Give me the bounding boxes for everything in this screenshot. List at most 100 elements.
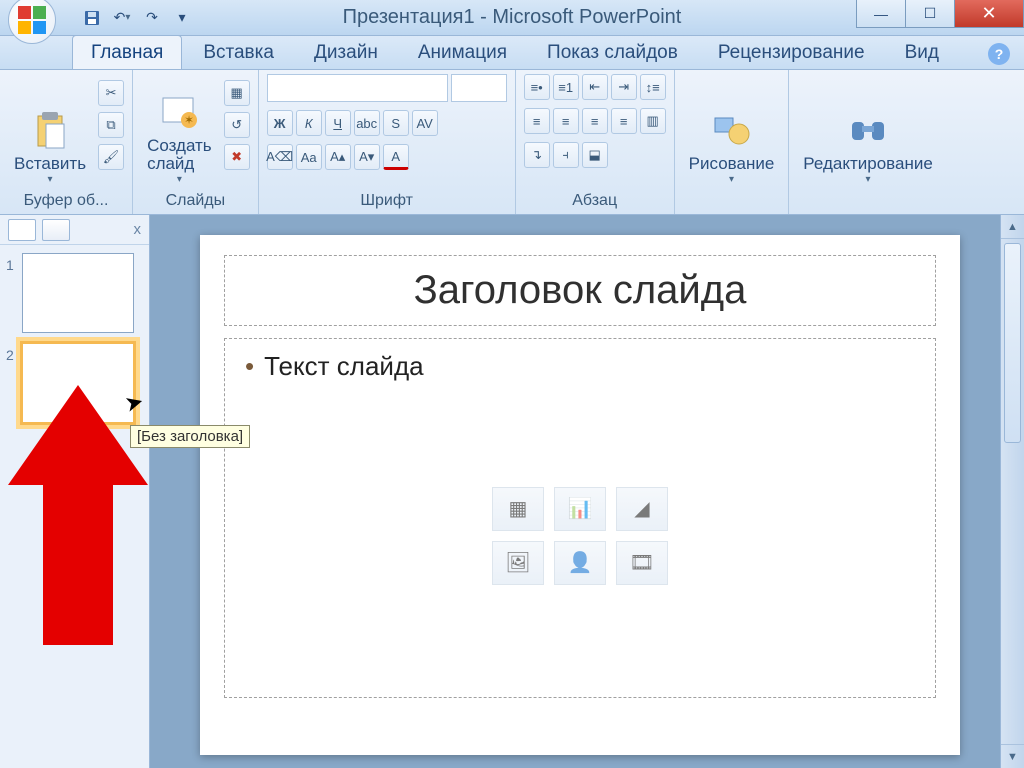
insert-chart-icon[interactable]: 📊 — [554, 487, 606, 531]
font-family-select[interactable] — [267, 74, 448, 102]
tab-view[interactable]: Вид — [886, 35, 958, 69]
slide-editor: Заголовок слайда Текст слайда ▦ 📊 ◢ 🖼 👤 … — [150, 215, 1024, 768]
new-slide-label: Создать слайд — [147, 137, 212, 174]
chevron-down-icon: ▾ — [729, 174, 734, 185]
group-font: Ж К Ч abc S AV A⌫ Aa A▴ A▾ A Шрифт — [259, 70, 516, 214]
office-logo-icon — [18, 6, 46, 34]
numbering-icon[interactable]: ≡1 — [553, 74, 579, 100]
char-spacing-icon[interactable]: AV — [412, 110, 438, 136]
paste-button[interactable]: Вставить ▾ — [8, 74, 92, 189]
ribbon: Вставить ▾ ✂ ⧉ 🖌 Буфер об... ✶ Создать с… — [0, 70, 1024, 215]
slide-thumbnail-1[interactable] — [22, 253, 134, 333]
text-direction-icon[interactable]: ↴ — [524, 142, 550, 168]
paste-label: Вставить — [14, 154, 86, 174]
format-painter-icon[interactable]: 🖌 — [98, 144, 124, 170]
slides-tab-icon[interactable] — [8, 219, 36, 241]
new-slide-button[interactable]: ✶ Создать слайд ▾ — [141, 74, 218, 189]
scroll-thumb[interactable] — [1004, 243, 1021, 443]
justify-icon[interactable]: ≡ — [611, 108, 637, 134]
title-text: Заголовок слайда — [414, 268, 747, 312]
group-paragraph: ≡• ≡1 ⇤ ⇥ ↕≡ ≡ ≡ ≡ ≡ ▥ ↴ ⫞ ⬓ Абзац — [516, 70, 675, 214]
slide-canvas[interactable]: Заголовок слайда Текст слайда ▦ 📊 ◢ 🖼 👤 … — [200, 235, 960, 755]
indent-inc-icon[interactable]: ⇥ — [611, 74, 637, 100]
clear-format-icon[interactable]: A⌫ — [267, 144, 293, 170]
align-right-icon[interactable]: ≡ — [582, 108, 608, 134]
shapes-icon — [711, 110, 751, 150]
scroll-down-icon[interactable]: ▼ — [1001, 744, 1024, 768]
redo-icon[interactable]: ↷ — [142, 8, 162, 28]
cut-icon[interactable]: ✂ — [98, 80, 124, 106]
strikethrough-icon[interactable]: abc — [354, 110, 380, 136]
font-size-select[interactable] — [451, 74, 507, 102]
thumbnail-tooltip: [Без заголовка] — [130, 425, 250, 448]
panel-close-icon[interactable]: x — [134, 221, 142, 238]
align-text-icon[interactable]: ⫞ — [553, 142, 579, 168]
maximize-button[interactable]: ☐ — [905, 0, 955, 28]
tab-insert[interactable]: Вставка — [184, 35, 293, 69]
quick-access-toolbar: ↶▾ ↷ ▾ — [82, 8, 192, 28]
line-spacing-icon[interactable]: ↕≡ — [640, 74, 666, 100]
shadow-icon[interactable]: S — [383, 110, 409, 136]
qat-customize-icon[interactable]: ▾ — [172, 8, 192, 28]
insert-media-icon[interactable]: 🎞 — [616, 541, 668, 585]
bold-icon[interactable]: Ж — [267, 110, 293, 136]
insert-clipart-icon[interactable]: 👤 — [554, 541, 606, 585]
shrink-font-icon[interactable]: A▾ — [354, 144, 380, 170]
office-button[interactable] — [8, 0, 56, 44]
body-text: Текст слайда — [264, 351, 423, 382]
minimize-button[interactable]: — — [856, 0, 906, 28]
italic-icon[interactable]: К — [296, 110, 322, 136]
align-left-icon[interactable]: ≡ — [524, 108, 550, 134]
font-color-icon[interactable]: A — [383, 144, 409, 170]
editing-button[interactable]: Редактирование ▾ — [797, 74, 939, 189]
tab-slideshow[interactable]: Показ слайдов — [528, 35, 697, 69]
smartart-icon[interactable]: ⬓ — [582, 142, 608, 168]
tab-home[interactable]: Главная — [72, 35, 182, 69]
chevron-down-icon: ▾ — [866, 174, 871, 185]
vertical-scrollbar[interactable]: ▲ ▼ — [1000, 215, 1024, 768]
group-paragraph-label: Абзац — [524, 190, 666, 212]
tab-animation[interactable]: Анимация — [399, 35, 526, 69]
columns-icon[interactable]: ▥ — [640, 108, 666, 134]
copy-icon[interactable]: ⧉ — [98, 112, 124, 138]
undo-icon[interactable]: ↶▾ — [112, 8, 132, 28]
tab-review[interactable]: Рецензирование — [699, 35, 884, 69]
help-icon[interactable]: ? — [988, 43, 1010, 65]
scroll-up-icon[interactable]: ▲ — [1001, 215, 1024, 239]
chevron-down-icon: ▾ — [48, 174, 53, 185]
drawing-label: Рисование — [689, 154, 775, 174]
bullets-icon[interactable]: ≡• — [524, 74, 550, 100]
thumbnail-row: 1 — [6, 253, 143, 333]
outline-tab-icon[interactable] — [42, 219, 70, 241]
group-slides-label: Слайды — [141, 190, 250, 212]
drawing-button[interactable]: Рисование ▾ — [683, 74, 781, 189]
grow-font-icon[interactable]: A▴ — [325, 144, 351, 170]
content-placeholder[interactable]: Текст слайда ▦ 📊 ◢ 🖼 👤 🎞 — [224, 338, 936, 698]
group-clipboard: Вставить ▾ ✂ ⧉ 🖌 Буфер об... — [0, 70, 133, 214]
group-slides: ✶ Создать слайд ▾ ▦ ↺ ✖ Слайды — [133, 70, 259, 214]
content-insert-icons: ▦ 📊 ◢ 🖼 👤 🎞 — [492, 487, 668, 585]
insert-smartart-icon[interactable]: ◢ — [616, 487, 668, 531]
delete-slide-icon[interactable]: ✖ — [224, 144, 250, 170]
reset-icon[interactable]: ↺ — [224, 112, 250, 138]
ribbon-tabs: Главная Вставка Дизайн Анимация Показ сл… — [0, 36, 1024, 70]
insert-picture-icon[interactable]: 🖼 — [492, 541, 544, 585]
layout-icon[interactable]: ▦ — [224, 80, 250, 106]
group-clipboard-label: Буфер об... — [8, 190, 124, 212]
insert-table-icon[interactable]: ▦ — [492, 487, 544, 531]
save-icon[interactable] — [82, 8, 102, 28]
tab-design[interactable]: Дизайн — [295, 35, 397, 69]
title-placeholder[interactable]: Заголовок слайда — [224, 255, 936, 326]
binoculars-icon — [848, 110, 888, 150]
indent-dec-icon[interactable]: ⇤ — [582, 74, 608, 100]
svg-text:✶: ✶ — [184, 113, 194, 127]
title-bar: ↶▾ ↷ ▾ Презентация1 - Microsoft PowerPoi… — [0, 0, 1024, 36]
new-slide-icon: ✶ — [159, 93, 199, 133]
align-center-icon[interactable]: ≡ — [553, 108, 579, 134]
change-case-icon[interactable]: Aa — [296, 144, 322, 170]
group-editing: Редактирование ▾ Редактирование — [789, 70, 947, 214]
annotation-arrow-icon — [8, 385, 148, 665]
underline-icon[interactable]: Ч — [325, 110, 351, 136]
workspace: x 1 2 ➤ [Без заголовка] Заголовок слайда — [0, 215, 1024, 768]
close-button[interactable]: ✕ — [954, 0, 1024, 28]
